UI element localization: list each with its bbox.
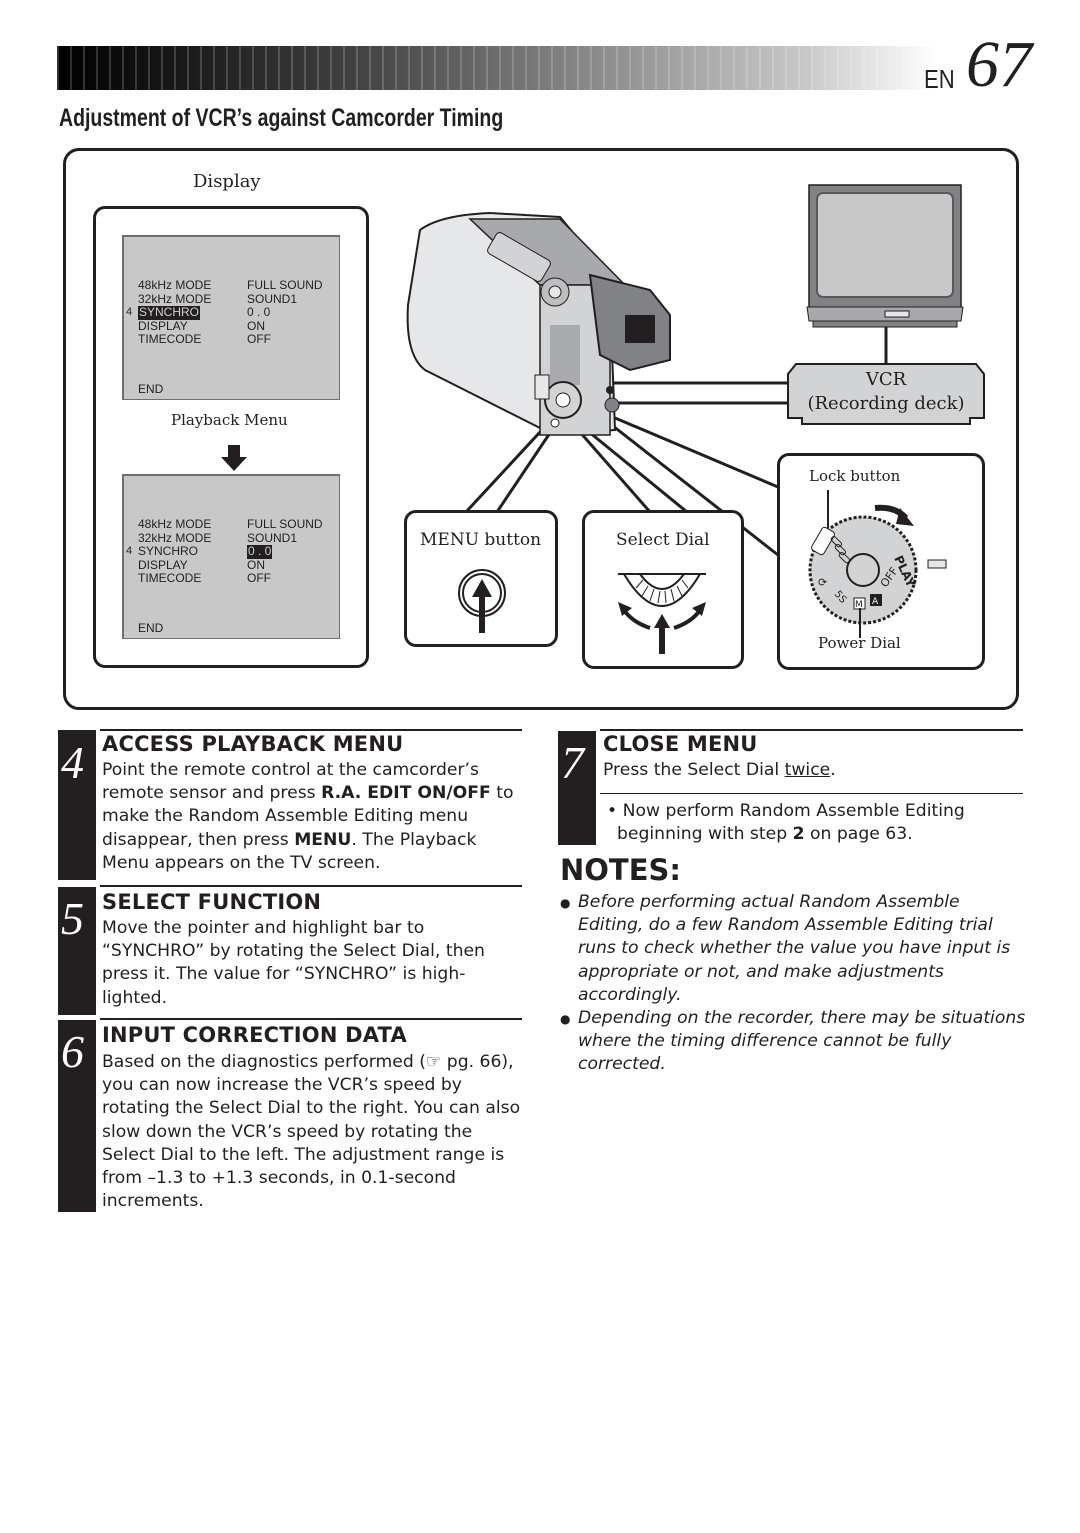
divider — [600, 729, 1023, 731]
step-number: 4 — [61, 737, 84, 788]
step-number: 6 — [61, 1026, 84, 1077]
divider — [100, 729, 522, 731]
power-dial-label: Power Dial — [818, 634, 901, 652]
power-dial-icon: PLAY OFF A M 5S ⟳ — [808, 490, 947, 638]
divider — [600, 793, 1023, 794]
tv-illustration — [806, 184, 964, 328]
step-text: Move the pointer and highlight bar to “S… — [102, 918, 485, 1008]
lock-button-label: Lock button — [809, 467, 901, 485]
step-title: INPUT CORRECTION DATA — [102, 1023, 407, 1047]
vcr-label: VCR (Recording deck) — [807, 369, 965, 414]
step-bullet: • Now perform Random Assemble Editing be… — [607, 801, 965, 845]
reference-pointer-icon: ☞ — [425, 1052, 442, 1072]
menu-button-icon — [458, 569, 506, 633]
note-item: Depending on the recorder, there may be … — [560, 1007, 1030, 1077]
notes-title: NOTES: — [560, 853, 681, 887]
select-dial-label: Select Dial — [616, 530, 710, 550]
note-item: Before performing actual Random Assemble… — [560, 891, 1030, 1007]
step-title: SELECT FUNCTION — [102, 890, 322, 914]
select-dial-rotate-icon — [618, 573, 706, 654]
step-title: ACCESS PLAYBACK MENU — [102, 732, 404, 756]
step-title: CLOSE MENU — [603, 732, 758, 756]
divider — [100, 1018, 522, 1020]
step-number: 7 — [561, 737, 584, 788]
notes-list: Before performing actual Random Assemble… — [560, 891, 1030, 1077]
step-text: Point the remote control at the camcorde… — [102, 760, 514, 873]
step-text: Press the Select Dial twice. — [603, 760, 836, 780]
dial-mark-auto: A — [872, 597, 879, 607]
dial-mark-manual: M — [855, 600, 863, 610]
step-text: Based on the diagnostics performed (☞ pg… — [102, 1052, 521, 1212]
camcorder-illustration — [406, 211, 671, 436]
menu-button-label: MENU button — [420, 530, 542, 550]
svg-text:⟳: ⟳ — [818, 576, 827, 589]
step-number: 5 — [61, 893, 84, 944]
divider — [100, 885, 522, 887]
